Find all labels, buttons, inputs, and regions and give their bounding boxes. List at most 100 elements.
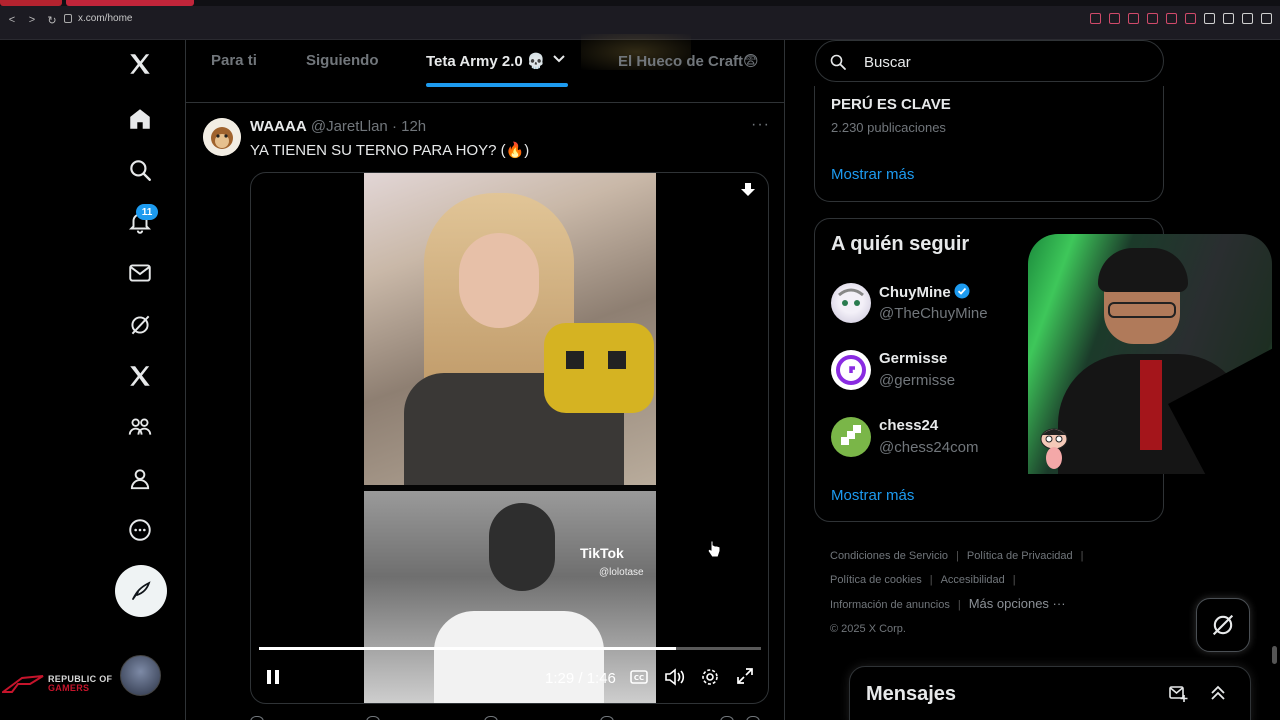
forward-icon[interactable]: >	[26, 14, 38, 27]
download-video-icon[interactable]	[739, 181, 757, 199]
extension-icon[interactable]	[1166, 13, 1177, 24]
follow-name[interactable]: ChuyMine	[879, 283, 970, 301]
bookmark-icon[interactable]	[720, 716, 734, 720]
trend-post-count: 2.230 publicaciones	[831, 120, 946, 135]
messages-drawer-actions	[1168, 683, 1228, 703]
pause-icon[interactable]	[263, 667, 283, 687]
video-progress-fill	[259, 647, 676, 650]
privacy-link[interactable]: Política de Privacidad	[967, 550, 1073, 562]
reload-icon[interactable]: ↻	[46, 14, 58, 27]
follow-avatar[interactable]	[831, 417, 871, 457]
messages-drawer-title: Mensajes	[866, 683, 957, 705]
extension-icon[interactable]	[1147, 13, 1158, 24]
video-progress-bar[interactable]	[259, 647, 761, 650]
trend-title[interactable]: PERÚ ES CLAVE	[831, 96, 951, 113]
search-box[interactable]: Buscar	[815, 40, 1164, 82]
extension-icon[interactable]	[1109, 13, 1120, 24]
feather-icon	[132, 581, 151, 600]
home-icon[interactable]	[122, 101, 158, 137]
verified-badge-icon	[954, 283, 970, 299]
post-author-name[interactable]: WAAAA	[250, 118, 307, 135]
views-icon[interactable]	[600, 716, 614, 720]
extensions-icon[interactable]	[1204, 13, 1215, 24]
url-text: x.com/home	[78, 13, 133, 24]
new-message-icon[interactable]	[1168, 683, 1188, 703]
browser-tab[interactable]	[0, 0, 62, 6]
reply-icon[interactable]	[250, 716, 264, 720]
post-author-handle[interactable]: @JaretLlan	[311, 118, 388, 135]
back-icon[interactable]: <	[6, 14, 18, 27]
premium-x-icon[interactable]	[122, 358, 158, 394]
follow-avatar[interactable]	[831, 283, 871, 323]
post-author-avatar[interactable]	[203, 118, 241, 156]
compose-post-button[interactable]	[115, 565, 167, 617]
share-icon[interactable]	[1223, 13, 1234, 24]
more-options-icon[interactable]	[122, 512, 158, 548]
post-header: WAAAA @JaretLlan · 12h	[250, 118, 426, 135]
messages-nav-icon[interactable]	[122, 255, 158, 291]
browser-tab-strip	[0, 0, 1280, 6]
tab-teta-army[interactable]: Teta Army 2.0 💀	[426, 52, 546, 70]
fullscreen-icon[interactable]	[736, 667, 754, 685]
follow-show-more-link[interactable]: Mostrar más	[831, 487, 914, 504]
tab-siguiendo[interactable]: Siguiendo	[306, 52, 379, 69]
video-controls: 1:29 / 1:46 CC	[251, 663, 768, 693]
tab-el-hueco-de-craft[interactable]: El Hueco de Craft😨	[618, 52, 759, 70]
browser-extensions	[1090, 13, 1272, 24]
tab-para-ti[interactable]: Para ti	[211, 52, 257, 69]
more-options-link[interactable]: Más opciones ···	[969, 596, 1066, 611]
share-post-icon[interactable]	[746, 716, 760, 720]
active-tab-indicator	[426, 83, 568, 87]
monkey-avatar-icon	[203, 118, 241, 156]
search-input[interactable]: Buscar	[864, 54, 911, 71]
repost-icon[interactable]	[366, 716, 380, 720]
account-avatar[interactable]	[120, 655, 161, 696]
download-icon[interactable]	[1242, 13, 1253, 24]
tiktok-watermark-handle: @lolotase	[599, 567, 644, 578]
x-logo-icon[interactable]	[122, 46, 158, 82]
page-scrollbar[interactable]	[1272, 646, 1277, 664]
address-bar[interactable]: x.com/home	[64, 13, 132, 24]
accessibility-link[interactable]: Accesibilidad	[941, 574, 1005, 586]
expand-up-icon[interactable]	[1208, 683, 1228, 703]
follow-suggestion[interactable]: Germisse @germisse	[831, 348, 1031, 398]
volume-icon[interactable]	[664, 667, 686, 687]
left-navigation	[112, 40, 184, 720]
follow-avatar[interactable]	[831, 350, 871, 390]
post-actions	[250, 716, 769, 720]
settings-gear-icon[interactable]	[700, 667, 720, 687]
grok-floating-button[interactable]	[1196, 598, 1250, 652]
follow-handle: @TheChuyMine	[879, 305, 988, 322]
grok-icon[interactable]	[122, 307, 158, 343]
like-icon[interactable]	[484, 716, 498, 720]
video-player[interactable]: TikTok @lolotase 1:29 / 1:46 CC	[250, 172, 769, 704]
cookies-link[interactable]: Política de cookies	[830, 574, 922, 586]
profile-icon[interactable]	[122, 461, 158, 497]
menu-icon[interactable]	[1261, 13, 1272, 24]
follow-name[interactable]: Germisse	[879, 350, 947, 367]
extension-icon[interactable]	[1128, 13, 1139, 24]
search-nav-icon[interactable]	[122, 152, 158, 188]
copyright-text: © 2025 X Corp.	[830, 623, 906, 635]
lock-icon	[64, 14, 72, 23]
post-timestamp[interactable]: · 12h	[392, 118, 426, 135]
terms-link[interactable]: Condiciones de Servicio	[830, 550, 948, 562]
chevron-down-icon[interactable]	[552, 54, 566, 64]
ads-info-link[interactable]: Información de anuncios	[830, 599, 950, 611]
follow-suggestion[interactable]: chess24 @chess24com	[831, 415, 1031, 465]
video-frame-top	[364, 173, 656, 493]
svg-text:CC: CC	[634, 674, 644, 682]
video-time: 1:29 / 1:46	[545, 670, 616, 687]
browser-tab-active[interactable]	[66, 0, 194, 6]
captions-icon[interactable]: CC	[629, 667, 649, 687]
post-more-button[interactable]: ···	[751, 116, 770, 134]
follow-name[interactable]: chess24	[879, 417, 938, 434]
extension-icon[interactable]	[1090, 13, 1101, 24]
communities-icon[interactable]	[122, 409, 158, 445]
follow-suggestion[interactable]: ChuyMine @TheChuyMine	[831, 281, 1031, 331]
who-to-follow-title: A quién seguir	[831, 233, 970, 255]
heart-icon[interactable]	[1185, 13, 1196, 24]
messages-drawer[interactable]: Mensajes	[849, 666, 1251, 720]
trends-show-more-link[interactable]: Mostrar más	[831, 166, 914, 183]
mascot-sticker-icon	[1040, 428, 1068, 469]
